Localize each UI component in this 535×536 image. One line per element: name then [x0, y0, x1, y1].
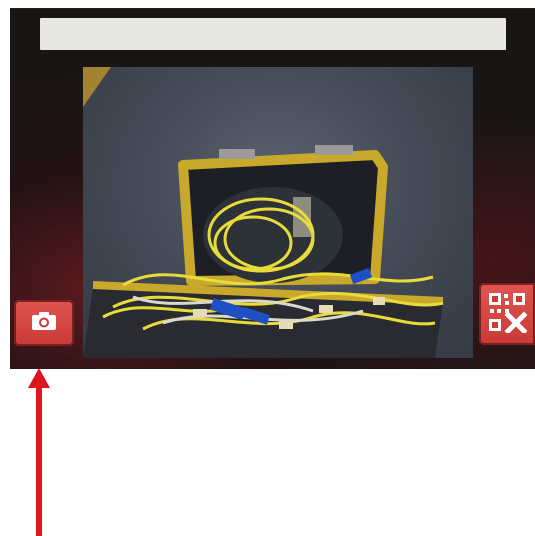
annotation-arrow [28, 368, 50, 536]
page [0, 0, 535, 536]
qr-cancel-icon [487, 291, 528, 337]
camera-preview [83, 67, 473, 358]
capture-button[interactable] [14, 300, 74, 346]
camera-preview-image [83, 67, 444, 358]
camera-icon [31, 311, 57, 335]
status-bar [40, 18, 506, 50]
device-screen [10, 8, 535, 369]
qr-cancel-button[interactable] [479, 283, 535, 345]
